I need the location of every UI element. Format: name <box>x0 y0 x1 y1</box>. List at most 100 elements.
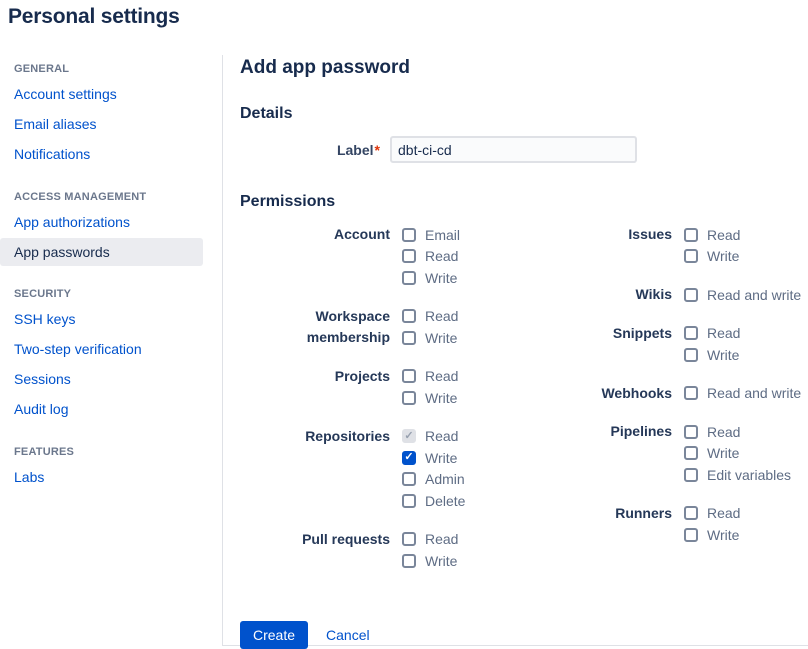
permission-options-projects: ReadWrite <box>402 366 458 409</box>
permission-group-snippets: SnippetsReadWrite <box>590 323 808 366</box>
option-workspace-membership-read[interactable]: Read <box>402 306 458 328</box>
option-snippets-write[interactable]: Write <box>684 344 740 366</box>
permission-options-repositories: Read WriteAdmin Delete <box>402 426 465 512</box>
sidebar-item-sessions[interactable]: Sessions <box>0 364 222 394</box>
permission-group-label-webhooks: Webhooks <box>590 383 672 405</box>
sidebar-item-ssh-keys[interactable]: SSH keys <box>0 304 222 334</box>
permission-group-pull-requests: Pull requestsReadWrite <box>240 529 590 572</box>
option-label: Read <box>707 505 740 521</box>
sidebar-section-header-access-management: ACCESS MANAGEMENT <box>14 191 208 203</box>
permission-group-webhooks: Webhooks Read and write <box>590 383 808 405</box>
sidebar-divider <box>222 55 223 645</box>
required-marker: * <box>375 142 380 158</box>
option-label: Write <box>425 330 457 346</box>
sidebar-section-header-general: GENERAL <box>14 63 208 75</box>
option-projects-read[interactable]: Read <box>402 366 458 388</box>
option-pull-requests-write[interactable]: Write <box>402 550 458 572</box>
permission-group-workspace-membership: Workspace membershipReadWrite <box>240 306 590 349</box>
checkbox-workspace-membership-write[interactable] <box>402 331 416 345</box>
checkbox-pipelines-read[interactable] <box>684 425 698 439</box>
checkbox-workspace-membership-read[interactable] <box>402 309 416 323</box>
checkbox-issues-write[interactable] <box>684 249 698 263</box>
option-pipelines-edit-variables[interactable]: Edit variables <box>684 464 791 486</box>
option-account-read[interactable]: Read <box>402 246 460 268</box>
page-title: Personal settings <box>8 5 180 29</box>
checkbox-repositories-delete[interactable] <box>402 494 416 508</box>
checkbox-pipelines-write[interactable] <box>684 446 698 460</box>
option-label: Write <box>707 248 739 264</box>
permission-options-snippets: Read Write <box>684 323 740 366</box>
checkbox-runners-write[interactable] <box>684 528 698 542</box>
checkbox-webhooks-read-and-write[interactable] <box>684 386 698 400</box>
option-label: Read <box>425 428 458 444</box>
permission-group-projects: ProjectsReadWrite <box>240 366 590 409</box>
option-issues-write[interactable]: Write <box>684 246 740 268</box>
permission-options-wikis: Read and write <box>684 284 801 306</box>
option-workspace-membership-write[interactable]: Write <box>402 327 458 349</box>
option-account-email[interactable]: Email <box>402 224 460 246</box>
option-repositories-write[interactable]: Write <box>402 447 465 469</box>
option-repositories-delete[interactable]: Delete <box>402 490 465 512</box>
option-label: Read and write <box>707 287 801 303</box>
checkbox-account-write[interactable] <box>402 271 416 285</box>
permissions-column-1: AccountEmailReadWriteWorkspace membershi… <box>240 224 590 589</box>
option-pipelines-write[interactable]: Write <box>684 443 791 465</box>
option-label: Read <box>707 424 740 440</box>
option-label: Read <box>707 227 740 243</box>
option-runners-write[interactable]: Write <box>684 524 740 546</box>
option-runners-read[interactable]: Read <box>684 503 740 525</box>
option-repositories-read: Read <box>402 426 465 448</box>
checkbox-snippets-read[interactable] <box>684 326 698 340</box>
details-heading: Details <box>240 105 808 123</box>
permission-group-label-repositories: Repositories <box>240 426 390 512</box>
checkbox-pull-requests-read[interactable] <box>402 532 416 546</box>
create-button[interactable]: Create <box>240 621 308 649</box>
option-snippets-read[interactable]: Read <box>684 323 740 345</box>
option-issues-read[interactable]: Read <box>684 224 740 246</box>
option-label: Write <box>707 527 739 543</box>
cancel-link[interactable]: Cancel <box>326 627 370 643</box>
form-actions: Create Cancel <box>240 621 808 649</box>
label-input[interactable] <box>390 136 637 163</box>
sidebar-item-app-authorizations[interactable]: App authorizations <box>0 207 222 237</box>
permission-group-label-issues: Issues <box>590 224 672 267</box>
option-pipelines-read[interactable]: Read <box>684 421 791 443</box>
checkbox-repositories-admin[interactable] <box>402 472 416 486</box>
option-label: Write <box>707 347 739 363</box>
option-projects-write[interactable]: Write <box>402 387 458 409</box>
permission-options-account: EmailReadWrite <box>402 224 460 289</box>
sidebar-item-labs[interactable]: Labs <box>0 462 222 492</box>
checkbox-runners-read[interactable] <box>684 506 698 520</box>
option-repositories-admin[interactable]: Admin <box>402 469 465 491</box>
checkbox-account-read[interactable] <box>402 249 416 263</box>
checkbox-projects-write[interactable] <box>402 391 416 405</box>
sidebar-item-app-passwords[interactable]: App passwords <box>0 238 203 266</box>
permission-group-label-wikis: Wikis <box>590 284 672 306</box>
permission-group-runners: RunnersReadWrite <box>590 503 808 546</box>
checkbox-pull-requests-write[interactable] <box>402 554 416 568</box>
checkbox-checked-repositories-write[interactable] <box>402 451 416 465</box>
checkbox-pipelines-edit-variables[interactable] <box>684 468 698 482</box>
permission-options-webhooks: Read and write <box>684 383 801 405</box>
checkbox-projects-read[interactable] <box>402 369 416 383</box>
permissions-heading: Permissions <box>240 193 808 211</box>
checkbox-account-email[interactable] <box>402 228 416 242</box>
option-label: Delete <box>425 493 465 509</box>
option-webhooks-read-and-write[interactable]: Read and write <box>684 383 801 405</box>
checkbox-issues-read[interactable] <box>684 228 698 242</box>
checkbox-wikis-read-and-write[interactable] <box>684 288 698 302</box>
sidebar-item-account-settings[interactable]: Account settings <box>0 79 222 109</box>
sidebar-section-header-features: FEATURES <box>14 446 208 458</box>
permission-options-runners: Read Write <box>684 503 740 546</box>
option-wikis-read-and-write[interactable]: Read and write <box>684 284 801 306</box>
main-title: Add app password <box>240 57 808 79</box>
option-label: Read <box>707 325 740 341</box>
option-pull-requests-read[interactable]: Read <box>402 529 458 551</box>
sidebar-item-two-step-verification[interactable]: Two-step verification <box>0 334 222 364</box>
checkbox-snippets-write[interactable] <box>684 348 698 362</box>
option-account-write[interactable]: Write <box>402 267 460 289</box>
sidebar-item-audit-log[interactable]: Audit log <box>0 394 222 424</box>
sidebar-item-notifications[interactable]: Notifications <box>0 139 222 169</box>
permission-options-issues: Read Write <box>684 224 740 267</box>
sidebar-item-email-aliases[interactable]: Email aliases <box>0 109 222 139</box>
